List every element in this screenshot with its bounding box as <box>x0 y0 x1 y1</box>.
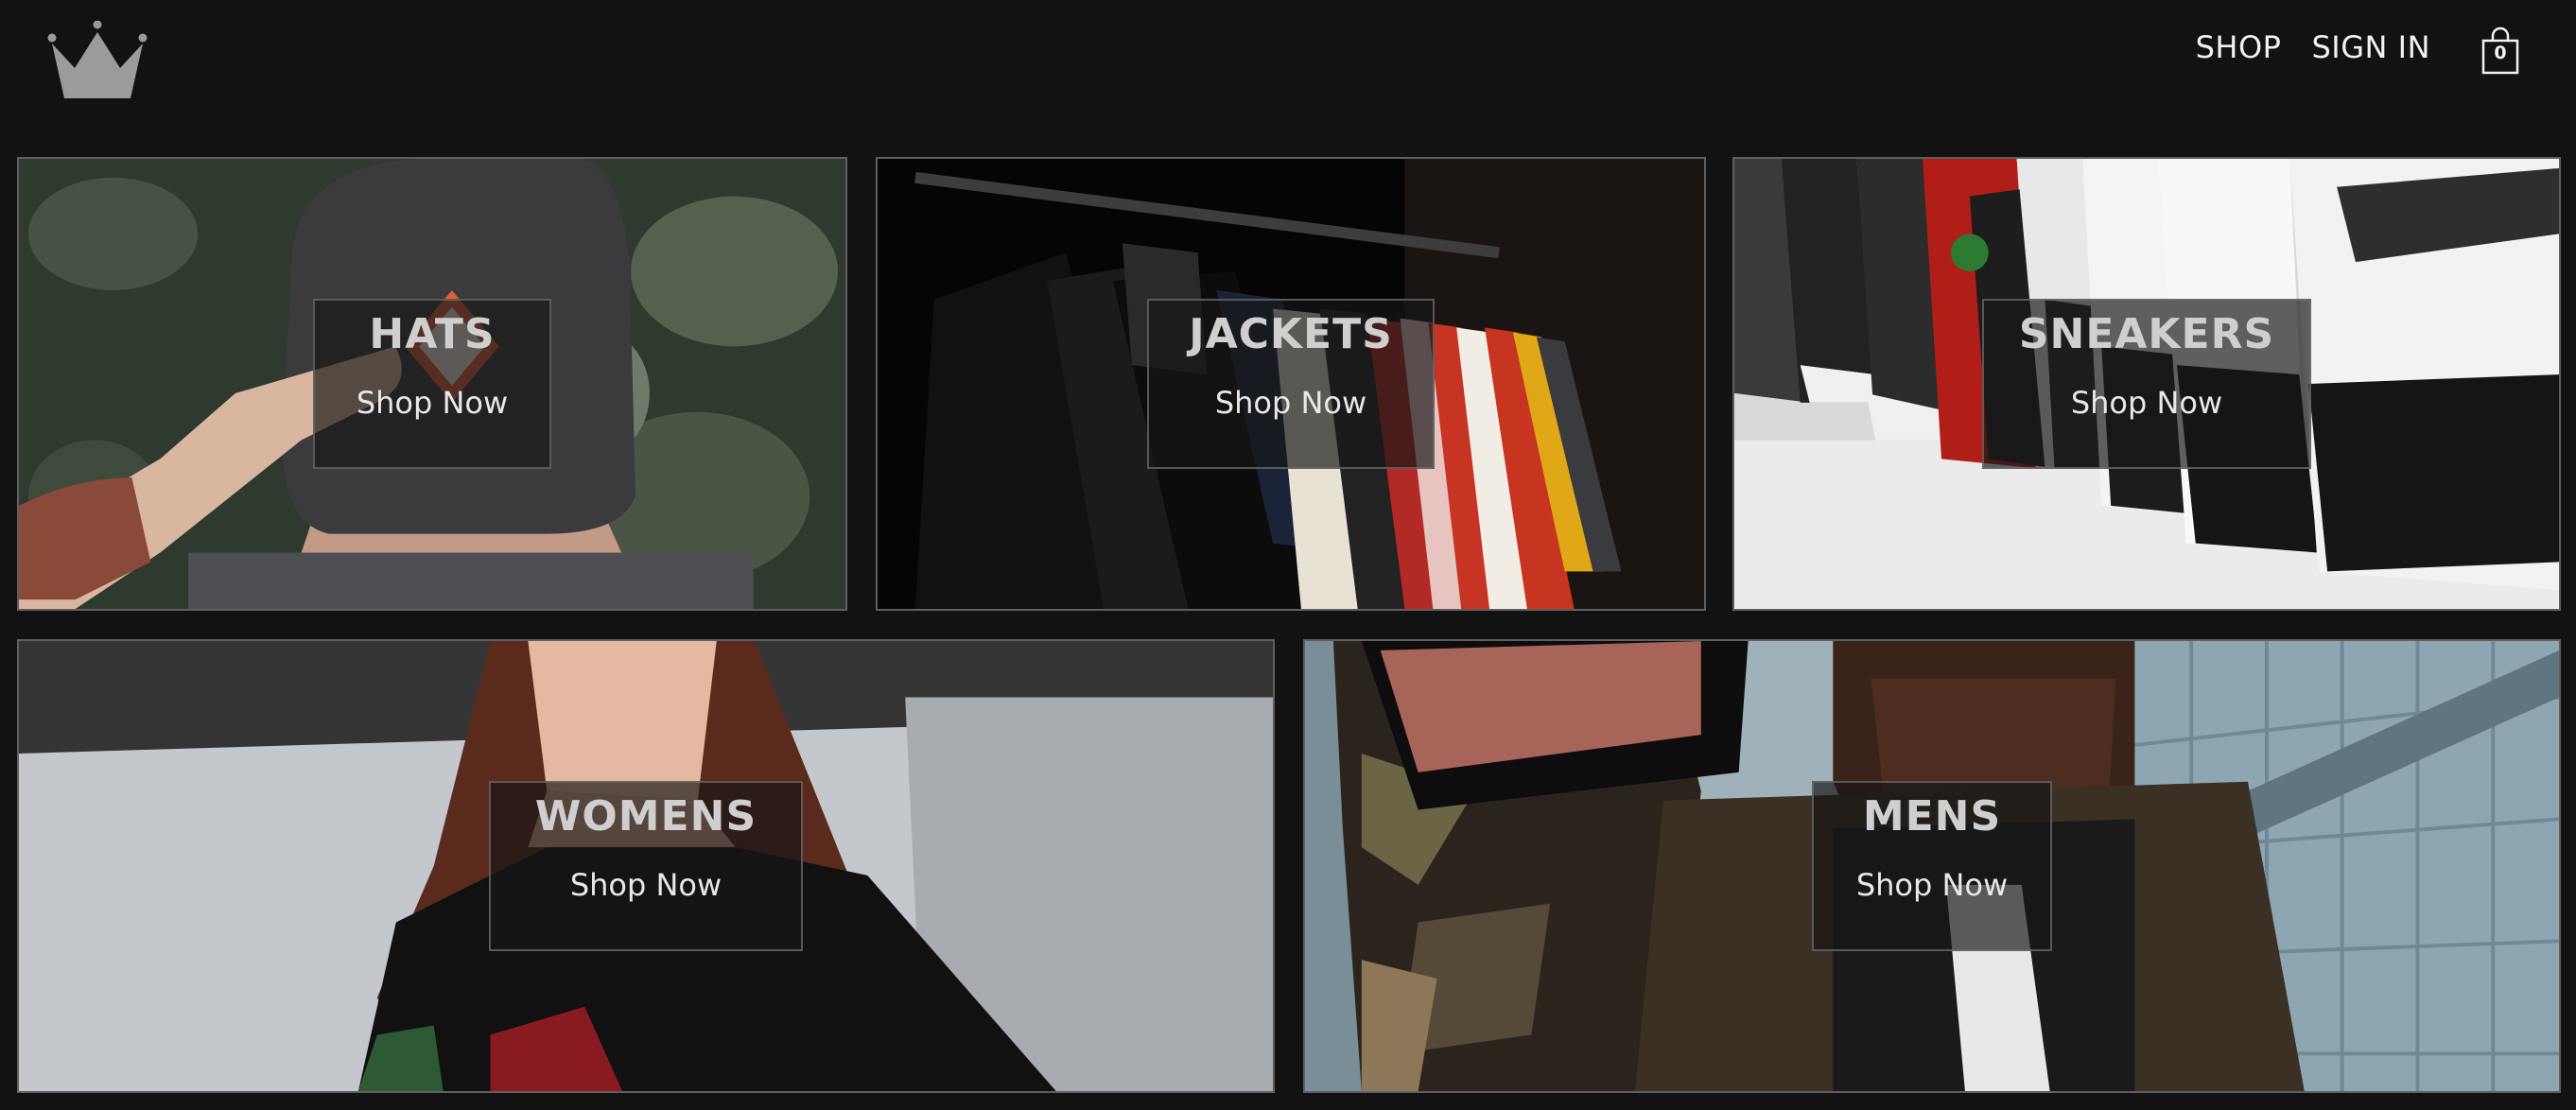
shopping-bag-icon[interactable]: 0 <box>2480 26 2521 75</box>
mens-shop-now-link[interactable]: Shop Now <box>1814 867 2050 903</box>
womens-shop-now-link[interactable]: Shop Now <box>491 867 801 903</box>
hats-overlay[interactable]: HATS Shop Now <box>313 299 551 469</box>
category-tile-womens[interactable]: WOMENS Shop Now <box>17 639 1275 1093</box>
category-tile-jackets[interactable]: JACKETS Shop Now <box>876 157 1706 611</box>
sneakers-shop-now-link[interactable]: Shop Now <box>1984 385 2309 421</box>
cart-count-badge: 0 <box>2494 43 2507 63</box>
hats-title: HATS <box>369 310 496 358</box>
mens-overlay[interactable]: MENS Shop Now <box>1812 781 2052 951</box>
category-tile-mens[interactable]: MENS Shop Now <box>1303 639 2561 1093</box>
category-tile-hats[interactable]: HATS Shop Now <box>17 157 847 611</box>
jackets-shop-now-link[interactable]: Shop Now <box>1149 385 1433 421</box>
womens-title: WOMENS <box>534 792 757 841</box>
womens-overlay[interactable]: WOMENS Shop Now <box>489 781 803 951</box>
hats-shop-now-link[interactable]: Shop Now <box>315 385 549 421</box>
nav-shop-link[interactable]: SHOP <box>2196 29 2282 65</box>
crown-icon[interactable] <box>47 20 148 102</box>
header: SHOP SIGN IN 0 <box>0 0 2576 151</box>
category-tile-sneakers[interactable]: SNEAKERS Shop Now <box>1732 157 2561 611</box>
jackets-overlay[interactable]: JACKETS Shop Now <box>1147 299 1435 469</box>
nav-signin-link[interactable]: SIGN IN <box>2311 29 2430 65</box>
mens-title: MENS <box>1862 792 2002 841</box>
sneakers-title: SNEAKERS <box>2018 310 2275 358</box>
jackets-title: JACKETS <box>1189 310 1393 358</box>
nav-bar: SHOP SIGN IN 0 <box>2196 0 2576 95</box>
sneakers-overlay[interactable]: SNEAKERS Shop Now <box>1982 299 2311 469</box>
